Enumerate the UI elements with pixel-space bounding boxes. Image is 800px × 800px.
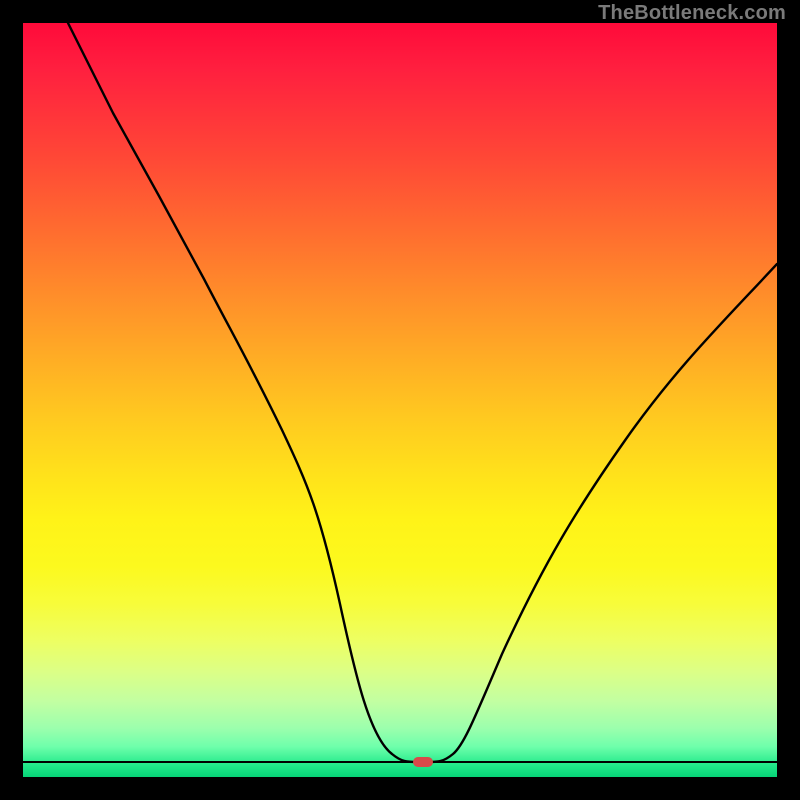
chart-frame: TheBottleneck.com: [0, 0, 800, 800]
watermark-text: TheBottleneck.com: [598, 2, 786, 25]
plot-area: [23, 23, 777, 777]
bottleneck-curve: [23, 23, 777, 777]
optimal-marker: [413, 757, 433, 767]
curve-path: [68, 23, 777, 762]
